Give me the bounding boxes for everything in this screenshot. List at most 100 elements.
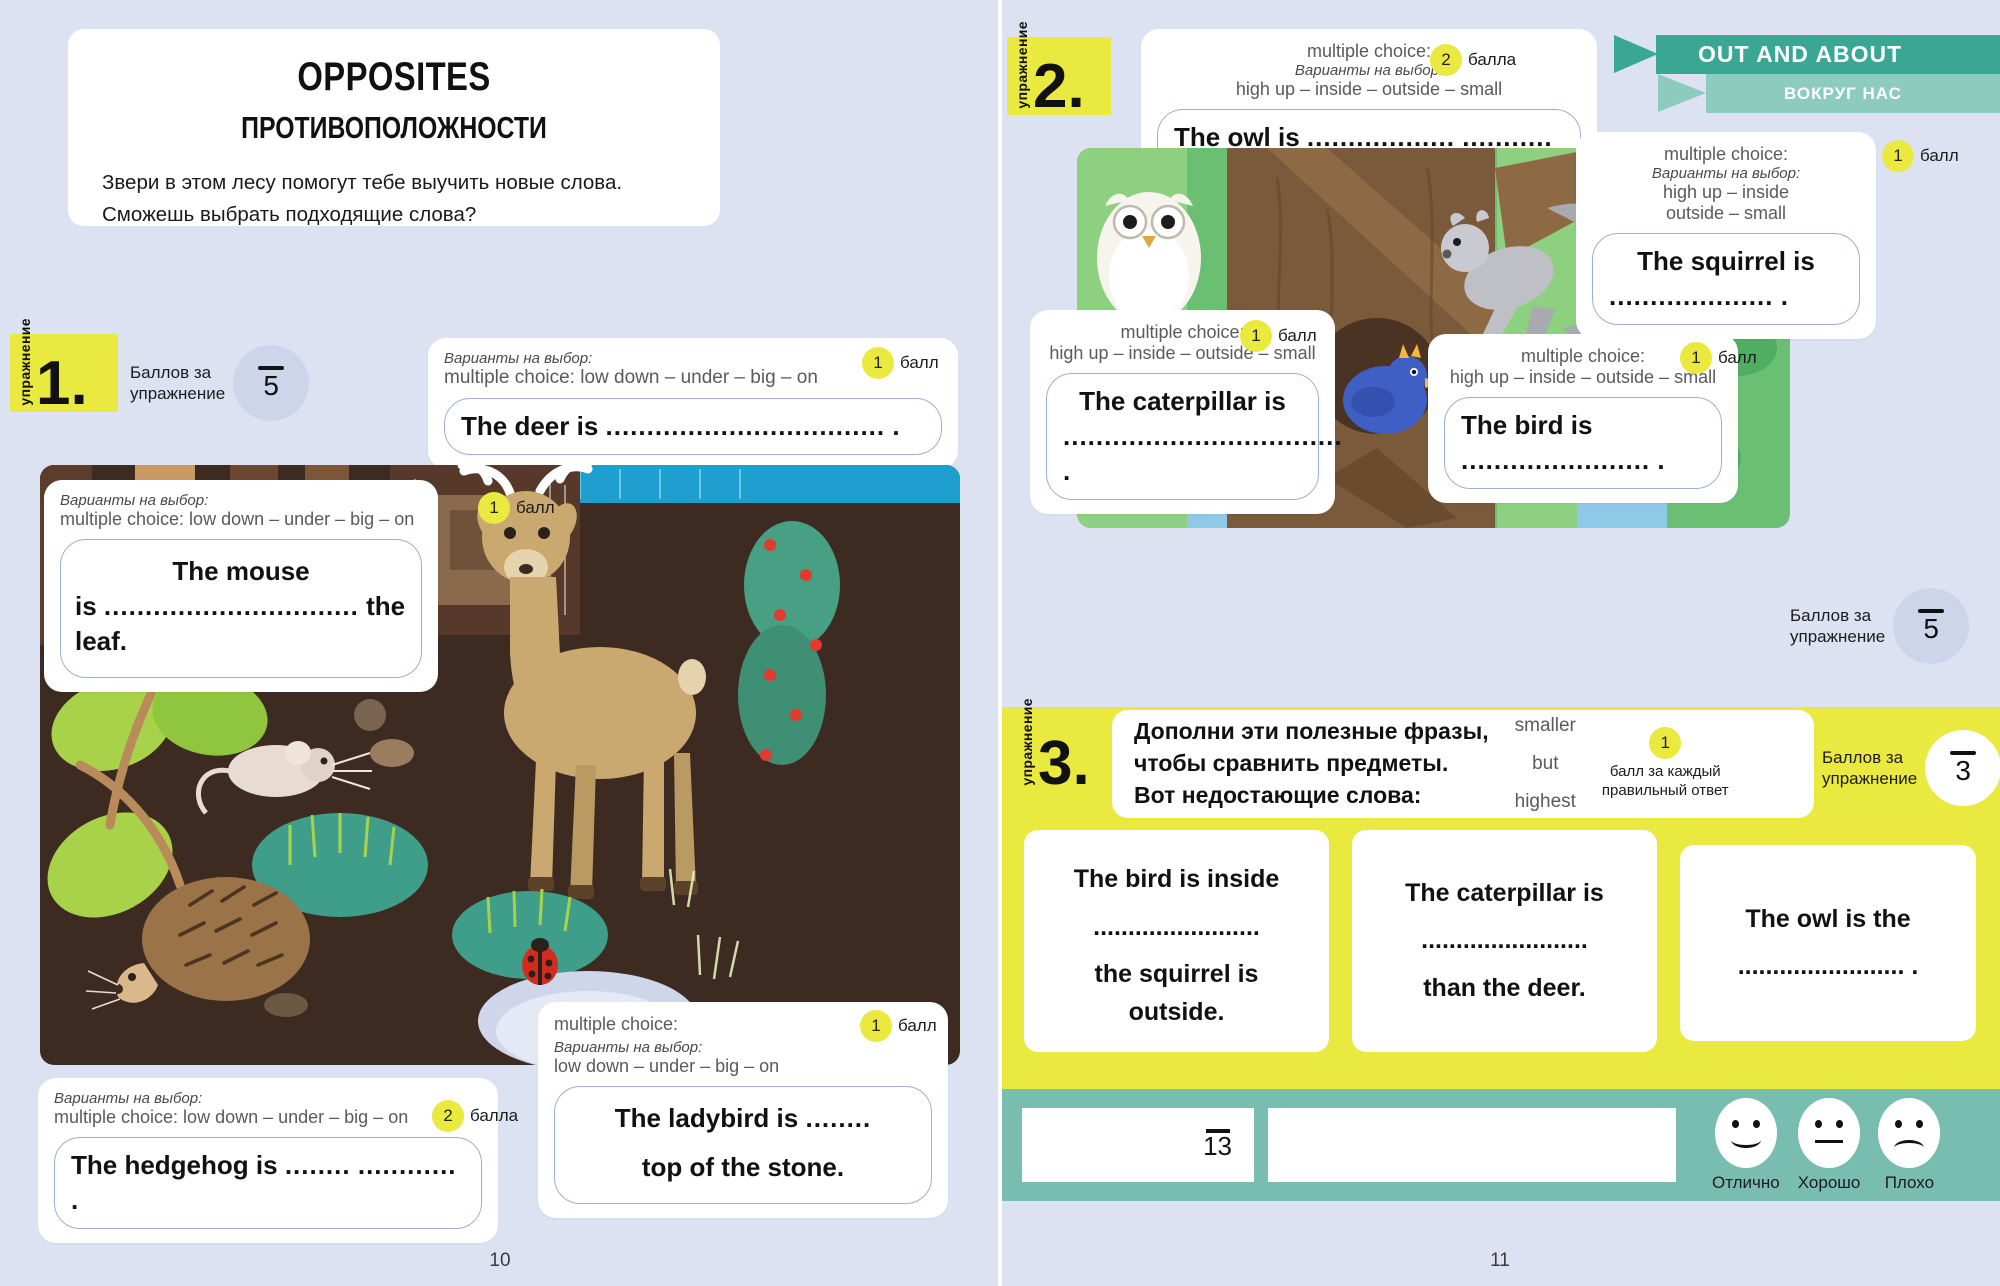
ex3-card2-line1: The caterpillar is (1405, 878, 1604, 907)
exercise-3-points-note: балл за каждый правильный ответ (1601, 763, 1729, 799)
ex3-card3-line1: The owl is the (1745, 904, 1911, 933)
bird-points-value: 1 (1680, 342, 1712, 374)
exercise-3-score-circle[interactable]: 3 (1925, 730, 2000, 806)
sad-face-icon (1878, 1097, 1941, 1168)
hedgehog-points-label: балла (470, 1106, 519, 1125)
mouse-sentence-line-1: The mouse (172, 556, 310, 586)
squirrel-points-label: балл (1920, 146, 1959, 165)
exercise-3-number: 3. (1038, 729, 1090, 799)
mouth-sad (1894, 1139, 1925, 1156)
squirrel-points-value: 1 (1882, 140, 1914, 172)
rating-bad[interactable]: Плохо (1878, 1097, 1941, 1193)
exercise-1-tab-label: упражнение (17, 318, 33, 406)
banner-title-russian: ВОКРУГ НАС (1706, 74, 2000, 113)
word-bank-item: highest (1514, 791, 1576, 812)
exercise-3-points-value: 1 (1649, 727, 1682, 760)
exercise-1-tab: упражнение 1. (10, 318, 118, 419)
exercise-1-number: 1. (36, 349, 88, 419)
hedgehog-answer-box[interactable]: The hedgehog is ........ ............ . (54, 1137, 482, 1230)
hedgehog-sentence: The hedgehog is ........ ............ . (71, 1150, 457, 1216)
right-page-number: 11 (1490, 1250, 1510, 1271)
notes-box[interactable] (1268, 1108, 1676, 1182)
hedgehog-hint-italic: Варианты на выбор: (54, 1090, 203, 1107)
exercise-3-tab-label: упражнение (1019, 698, 1035, 786)
total-score-fraction: 13 (1203, 1129, 1232, 1160)
exercise-3-answer-card-1[interactable]: The bird is inside .....................… (1024, 830, 1329, 1052)
mouse-answer-box[interactable]: The mouse is ...........................… (60, 539, 422, 679)
exercise-2-score: Баллов за упражнение 5 (1790, 588, 1970, 664)
left-page-number: 10 (489, 1250, 511, 1271)
mouth-smile (1730, 1132, 1761, 1148)
rating-excellent[interactable]: Отлично (1712, 1097, 1780, 1193)
rating-faces: Отлично Хорошо Плохо (1712, 1097, 1941, 1193)
question-card-squirrel[interactable]: multiple choice: Варианты на выбор: high… (1576, 132, 1876, 340)
squirrel-hint-choices-1: high up – inside (1662, 182, 1790, 202)
ladybird-sentence-line-1: The ladybird is ........ (614, 1103, 872, 1133)
ex3-card2-line2: than the deer. (1423, 973, 1586, 1002)
exercise-3-instruction-text: Дополни эти полезные фразы, чтобы сравни… (1134, 718, 1489, 808)
banner-notch-top (1614, 35, 1658, 73)
exercise-3-answer-card-2[interactable]: The caterpillar is .....................… (1352, 830, 1657, 1052)
ex3-card1-line1: The bird is inside (1073, 865, 1280, 893)
ex3-card1-dots: ........................ (1093, 912, 1260, 941)
caterpillar-points: 1 балл (1240, 320, 1317, 352)
owl-hint-choices: high up – inside – outside – small (1235, 79, 1503, 99)
exercise-1-score: Баллов за упражнение 5 (130, 345, 310, 421)
squirrel-hint-italic: Варианты на выбор: (1651, 165, 1801, 182)
exercise-2-score-label: Баллов за упражнение (1790, 605, 1886, 646)
deer-points-value: 1 (862, 347, 894, 379)
hedgehog-points-value: 2 (432, 1100, 464, 1132)
rating-bad-label: Плохо (1884, 1172, 1935, 1192)
banner-title-english: OUT AND ABOUT (1656, 35, 2000, 74)
page-title-russian: ПРОТИВОПОЛОЖНОСТИ (241, 110, 547, 145)
hedgehog-points: 2 балла (432, 1100, 518, 1132)
smiley-face-icon (1714, 1097, 1777, 1168)
right-page: OUT AND ABOUT ВОКРУГ НАС упражнение 2. m… (1000, 0, 2000, 1286)
squirrel-sentence-line-1: The squirrel is (1637, 246, 1815, 276)
deer-sentence: The deer is ............................… (461, 411, 900, 441)
rating-good[interactable]: Хорошо (1797, 1097, 1861, 1193)
squirrel-sentence-line-2: .................... . (1609, 281, 1788, 312)
question-card-hedgehog[interactable]: Варианты на выбор: multiple choice: low … (38, 1078, 498, 1244)
exercise-3-tab: упражнение 3. (1012, 698, 1108, 799)
bird-answer-box[interactable]: The bird is ....................... . (1444, 397, 1722, 490)
chapter-banner: OUT AND ABOUT ВОКРУГ НАС (1596, 35, 2000, 113)
exercise-2-score-circle[interactable]: 5 (1893, 588, 1970, 664)
ladybird-answer-box[interactable]: The ladybird is ........ top of the ston… (554, 1086, 932, 1205)
deer-points-label: балл (900, 353, 939, 372)
exercise-2-number: 2. (1033, 52, 1085, 122)
exercise-3-score-label: Баллов за упражнение (1822, 747, 1918, 788)
hedgehog-hint-choices: multiple choice: low down – under – big … (54, 1107, 409, 1127)
page-gutter (998, 0, 1002, 1286)
bird-points-label: балл (1718, 348, 1757, 367)
eye-right (1916, 1119, 1924, 1128)
exercise-3-points: 1 балл за каждый правильный ответ (1602, 727, 1729, 801)
mouse-points: 1 балл (478, 492, 555, 524)
caterpillar-answer-box[interactable]: The caterpillar is .....................… (1046, 373, 1343, 501)
squirrel-answer-box[interactable]: The squirrel is .................... . (1592, 233, 1860, 326)
exercise-2-tab: упражнение 2. (1007, 21, 1111, 122)
mouse-points-label: балл (516, 498, 555, 517)
mouth-flat (1815, 1139, 1844, 1143)
question-card-mouse[interactable]: Варианты на выбор: multiple choice: low … (44, 480, 438, 693)
workbook-spread: OPPOSITES ПРОТИВОПОЛОЖНОСТИ Звери в этом… (0, 0, 2000, 1286)
word-bank-item: but (1532, 753, 1559, 774)
exercise-1-score-label: Баллов за упражнение (130, 362, 226, 403)
exercise-3-answer-card-3[interactable]: The owl is the ........................ … (1680, 845, 1976, 1041)
ladybird-points-label: балл (898, 1016, 937, 1035)
eye-left (1895, 1119, 1903, 1128)
word-bank-item: smaller (1514, 715, 1576, 736)
title-card: OPPOSITES ПРОТИВОПОЛОЖНОСТИ Звери в этом… (68, 29, 720, 226)
page-title-english: OPPOSITES (297, 55, 491, 99)
ladybird-sentence-line-2: top of the stone. (641, 1152, 845, 1183)
total-score-box[interactable]: 13 (1022, 1108, 1254, 1182)
total-score-denominator: 13 (1203, 1131, 1232, 1162)
deer-points: 1 балл (862, 347, 939, 379)
deer-answer-box[interactable]: The deer is ............................… (444, 398, 942, 456)
banner-notch-bottom (1658, 74, 1706, 112)
ladybird-points-value: 1 (860, 1010, 892, 1042)
exercise-1-score-circle[interactable]: 5 (233, 345, 310, 421)
mouse-sentence-line-2: is ............................... the l… (75, 591, 406, 657)
caterpillar-sentence-line-2: .................................. . (1063, 421, 1343, 487)
rating-good-label: Хорошо (1797, 1172, 1861, 1192)
